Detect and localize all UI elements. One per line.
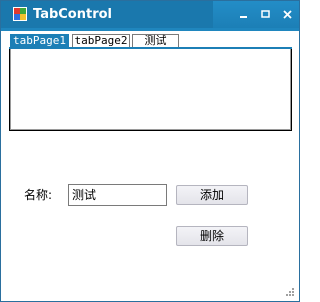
maximize-icon[interactable] <box>258 7 273 22</box>
resize-grip-icon[interactable] <box>285 287 295 297</box>
tab-tabpage1[interactable]: tabPage1 <box>10 34 69 47</box>
window-title: TabControl <box>33 7 113 22</box>
title-bar[interactable]: TabControl <box>1 1 299 28</box>
tab-test[interactable]: 测试 <box>132 34 179 47</box>
delete-button[interactable]: 删除 <box>176 226 248 246</box>
add-button[interactable]: 添加 <box>176 185 248 205</box>
tab-tabpage2[interactable]: tabPage2 <box>72 34 130 47</box>
name-label: 名称: <box>24 188 53 202</box>
app-icon <box>13 7 27 21</box>
close-icon[interactable] <box>280 7 295 22</box>
title-bar-underline <box>1 28 299 31</box>
name-input[interactable]: 测试 <box>68 184 167 206</box>
minimize-icon[interactable] <box>236 7 251 22</box>
tab-panel <box>9 49 292 131</box>
app-window: TabControl tabPage1 tabPage2 测试 名称: 测试 添… <box>0 0 300 302</box>
